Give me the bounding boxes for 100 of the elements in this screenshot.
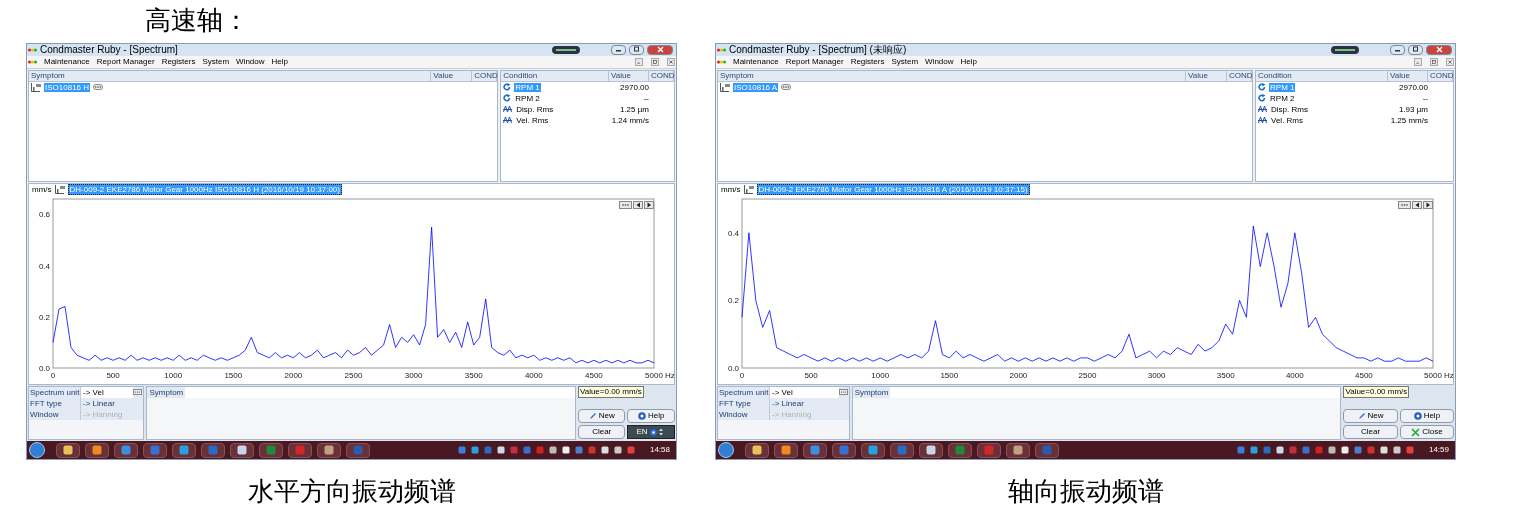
ellipsis-icon xyxy=(621,202,630,207)
close-button[interactable] xyxy=(1426,44,1452,55)
menu-item[interactable]: Maintenance xyxy=(44,57,90,66)
condition-name[interactable]: RPM 2 xyxy=(1269,93,1296,103)
menu-item[interactable]: Registers xyxy=(161,57,196,66)
value-tooltip: Value=0.00 mm/s xyxy=(1343,385,1410,398)
maximize-icon xyxy=(631,45,642,55)
condition-name[interactable]: Vel. Rms xyxy=(1270,115,1305,125)
scroll-right-button[interactable] xyxy=(644,200,654,209)
menu-item[interactable]: Registers xyxy=(850,57,885,66)
axis-tick-label: 500 xyxy=(804,370,818,380)
maximize-button[interactable] xyxy=(1408,44,1423,55)
wave-icon xyxy=(503,116,513,125)
axis-tick-label: 2500 xyxy=(344,370,363,380)
ellipsis-icon xyxy=(839,389,847,394)
new-button[interactable]: New xyxy=(1343,409,1398,424)
taskbar-button[interactable] xyxy=(317,442,341,458)
chart-icon xyxy=(54,185,65,195)
help-icon xyxy=(1413,412,1422,421)
setting-value[interactable]: -> Linear xyxy=(81,397,144,409)
column-header[interactable]: COND xyxy=(1428,70,1453,81)
taskbar-button[interactable] xyxy=(85,442,109,458)
taskbar-button[interactable] xyxy=(56,442,80,458)
condition-name[interactable]: Vel. Rms xyxy=(515,115,550,125)
condition-name[interactable]: Disp. Rms xyxy=(515,104,555,114)
column-header[interactable]: COND xyxy=(649,70,674,81)
restore-button[interactable] xyxy=(1430,57,1438,66)
more-button[interactable] xyxy=(133,388,143,395)
scroll-left-button[interactable] xyxy=(1412,200,1422,209)
start-button[interactable] xyxy=(29,442,45,459)
close-button[interactable] xyxy=(1446,57,1454,66)
axis-tick-label: 4500 xyxy=(585,370,603,380)
right-triangle-icon xyxy=(646,201,652,208)
setting-value[interactable]: -> Vel xyxy=(770,386,839,398)
left-triangle-icon xyxy=(635,201,641,208)
close-button[interactable]: Close xyxy=(1399,425,1454,440)
axis-tick-label: 0.2 xyxy=(727,296,739,306)
clear-button[interactable]: Clear xyxy=(1343,425,1398,440)
column-header[interactable]: Value xyxy=(1186,70,1227,81)
condition-name[interactable]: RPM 2 xyxy=(514,93,541,103)
scroll-right-button[interactable] xyxy=(1423,200,1433,209)
maximize-button[interactable] xyxy=(629,44,644,55)
condition-name[interactable]: Disp. Rms xyxy=(1270,104,1309,114)
column-header[interactable]: Symptom xyxy=(718,70,1186,81)
menu-item[interactable]: Help xyxy=(271,57,288,66)
ellipsis-icon xyxy=(94,85,103,90)
menu-item[interactable]: Window xyxy=(925,57,954,66)
menu-item[interactable]: Window xyxy=(236,57,265,66)
help-button[interactable]: Help xyxy=(1399,409,1454,424)
close-button[interactable] xyxy=(667,57,675,66)
menu-item[interactable]: Maintenance xyxy=(733,57,779,66)
dots-icon xyxy=(28,47,37,52)
column-header: Symptom xyxy=(147,386,186,398)
taskbar-button[interactable] xyxy=(1006,442,1030,458)
axis-tick-label: 500 xyxy=(106,370,120,380)
language-bar[interactable]: EN xyxy=(627,425,675,440)
more-button[interactable] xyxy=(838,388,848,395)
setting-value[interactable]: -> Linear xyxy=(770,397,849,409)
axis-tick-label: 1000 xyxy=(871,370,890,380)
pencil-icon xyxy=(588,412,597,421)
column-header[interactable]: Symptom xyxy=(29,70,432,81)
close-icon xyxy=(1447,57,1453,66)
help-button[interactable]: Help xyxy=(627,409,675,424)
taskbar-button[interactable] xyxy=(745,442,769,458)
column-header[interactable]: Condition xyxy=(1256,70,1388,81)
clear-button[interactable]: Clear xyxy=(577,425,626,440)
setting-value[interactable]: -> Vel xyxy=(81,386,134,398)
column-header[interactable]: Value xyxy=(431,70,473,81)
taskbar-button[interactable] xyxy=(230,442,254,458)
start-button[interactable] xyxy=(718,442,734,459)
meter-widget xyxy=(552,45,580,54)
wave-icon xyxy=(1258,116,1267,125)
close-button[interactable] xyxy=(647,44,673,55)
minimize-button[interactable] xyxy=(611,44,626,55)
column-header[interactable]: Value xyxy=(609,70,649,81)
column-header[interactable]: COND xyxy=(472,70,498,81)
menu-item[interactable]: Help xyxy=(960,57,977,66)
taskbar-button[interactable] xyxy=(114,442,138,458)
more-button[interactable] xyxy=(93,84,104,91)
more-button[interactable] xyxy=(781,84,792,91)
taskbar-button[interactable] xyxy=(861,442,885,458)
condition-value: 1.25 mm/s xyxy=(1390,115,1428,125)
taskbar-button[interactable] xyxy=(803,442,827,458)
taskbar-button[interactable] xyxy=(774,442,798,458)
scroll-left-button[interactable] xyxy=(633,200,643,209)
axis-tick-label: 0 xyxy=(739,370,745,380)
column-header[interactable]: Condition xyxy=(501,70,609,81)
menu-item[interactable]: Report Manager xyxy=(785,57,844,66)
condition-value: 1.24 mm/s xyxy=(611,115,649,125)
restore-button[interactable] xyxy=(651,57,659,66)
column-header[interactable]: COND xyxy=(1227,70,1252,81)
column-header[interactable]: Value xyxy=(1388,70,1428,81)
menu-item[interactable]: System xyxy=(202,57,230,66)
taskbar-button[interactable] xyxy=(172,442,196,458)
minimize-button[interactable] xyxy=(1390,44,1405,55)
new-button[interactable]: New xyxy=(577,409,626,424)
menu-item[interactable]: Report Manager xyxy=(96,57,155,66)
taskbar-button[interactable] xyxy=(919,442,943,458)
clock: 14:59 xyxy=(1428,446,1449,455)
menu-item[interactable]: System xyxy=(891,57,919,66)
